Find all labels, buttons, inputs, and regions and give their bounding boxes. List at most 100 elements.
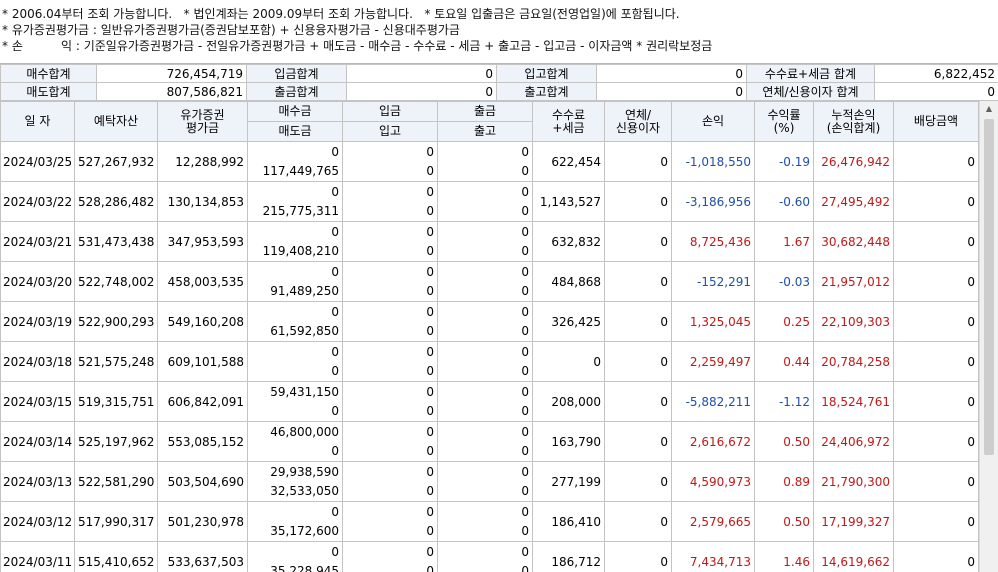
cell-stock-in: 0 [342, 161, 438, 182]
cell-deposit-in: 0 [342, 221, 438, 242]
cell-interest: 0 [604, 501, 672, 542]
header-buy[interactable]: 매수금 [247, 101, 343, 122]
header-sell[interactable]: 매도금 [247, 121, 343, 142]
fee-tax-total-value: 6,822,452 [874, 64, 998, 83]
cell-withdraw: 0 [437, 421, 533, 442]
cell-deposit-assets: 522,581,290 [74, 461, 158, 502]
cell-cumulative-pnl: 24,406,972 [813, 421, 894, 462]
cell-sell: 0 [247, 361, 343, 382]
cell-withdraw: 0 [437, 261, 533, 282]
cell-interest: 0 [604, 141, 672, 182]
header-fee-tax[interactable]: 수수료 +세금 [532, 101, 605, 142]
header-withdraw[interactable]: 출금 [437, 101, 533, 122]
cell-date: 2024/03/14 [0, 421, 75, 462]
header-pnl[interactable]: 손익 [671, 101, 755, 142]
header-dividend[interactable]: 배당금액 [893, 101, 979, 142]
header-stock-out[interactable]: 출고 [437, 121, 533, 142]
cell-return-rate: 0.89 [754, 461, 814, 502]
header-rate-line2: (%) [773, 120, 795, 135]
cell-stock-in: 0 [342, 401, 438, 422]
withdraw-total-label: 출금합계 [246, 82, 347, 101]
table-row[interactable]: 2024/03/14 525,197,962 553,085,152 46,800,0… [0, 421, 979, 462]
header-return-rate[interactable]: 수익률 (%) [754, 101, 814, 142]
table-row[interactable]: 2024/03/18 521,575,248 609,101,588 0 0 0 0 0 2,2… [0, 341, 979, 382]
header-deposit-assets[interactable]: 예탁자산 [74, 101, 158, 142]
interest-total-label: 연체/신용이자 합계 [746, 82, 875, 101]
cell-deposit-assets: 521,575,248 [74, 341, 158, 382]
cell-withdraw: 0 [437, 301, 533, 322]
header-securities-value[interactable]: 유가증권 평가금 [157, 101, 248, 142]
cell-deposit-assets: 531,473,438 [74, 221, 158, 262]
cell-fee-tax: 208,000 [532, 381, 605, 422]
table-row[interactable]: 2024/03/13 522,581,290 503,504,690 29,938,5… [0, 461, 979, 502]
cell-stock-in: 0 [342, 441, 438, 462]
cell-stock-out: 0 [437, 201, 533, 222]
cell-stock-out: 0 [437, 561, 533, 572]
cell-dividend: 0 [893, 501, 979, 542]
table-row[interactable]: 2024/03/25 527,267,932 12,288,992 0 0 0 622,45… [0, 141, 979, 182]
cell-sell: 32,533,050 [247, 481, 343, 502]
cell-buy: 46,800,000 [247, 421, 343, 442]
cell-dividend: 0 [893, 181, 979, 222]
deposit-total-value: 0 [346, 64, 497, 83]
cell-stock-out: 0 [437, 241, 533, 262]
cell-deposit-assets: 522,748,002 [74, 261, 158, 302]
cell-interest: 0 [604, 341, 672, 382]
cell-stock-in: 0 [342, 561, 438, 572]
cell-cumulative-pnl: 21,790,300 [813, 461, 894, 502]
header-interest[interactable]: 연체/ 신용이자 [604, 101, 672, 142]
cell-buy: 0 [247, 501, 343, 522]
cell-return-rate: 1.46 [754, 541, 814, 572]
header-date[interactable]: 일 자 [0, 101, 75, 142]
cell-return-rate: -0.60 [754, 181, 814, 222]
triangle-up-icon[interactable]: ▲ [980, 101, 998, 117]
cell-dividend: 0 [893, 541, 979, 572]
cell-pnl: 1,325,045 [671, 301, 755, 342]
cell-withdraw: 0 [437, 501, 533, 522]
header-stock-in[interactable]: 입고 [342, 121, 438, 142]
cell-return-rate: 0.50 [754, 421, 814, 462]
cell-date: 2024/03/25 [0, 141, 75, 182]
cell-stock-in: 0 [342, 481, 438, 502]
table-row[interactable]: 2024/03/21 531,473,438 347,953,593 0 0 0 632,8… [0, 221, 979, 262]
table-row[interactable]: 2024/03/15 519,315,751 606,842,091 59,431,1… [0, 381, 979, 422]
cell-date: 2024/03/22 [0, 181, 75, 222]
cell-deposit-in: 0 [342, 141, 438, 162]
cell-interest: 0 [604, 421, 672, 462]
table-row[interactable]: 2024/03/22 528,286,482 130,134,853 0 0 0 1,143… [0, 181, 979, 222]
cell-cumulative-pnl: 27,495,492 [813, 181, 894, 222]
table-row[interactable]: 2024/03/19 522,900,293 549,160,208 0 0 0 326,4… [0, 301, 979, 342]
cell-stock-out: 0 [437, 521, 533, 542]
cell-buy: 0 [247, 221, 343, 242]
cell-cumulative-pnl: 14,619,662 [813, 541, 894, 572]
header-cumulative-pnl[interactable]: 누적손익 (손익합계) [813, 101, 894, 142]
cell-pnl: 8,725,436 [671, 221, 755, 262]
cell-stock-out: 0 [437, 321, 533, 342]
cell-interest: 0 [604, 221, 672, 262]
cell-cumulative-pnl: 26,476,942 [813, 141, 894, 182]
cell-deposit-in: 0 [342, 421, 438, 442]
interest-total-value: 0 [874, 82, 998, 101]
daily-grid: 일 자 예탁자산 유가증권 평가금 매수금 입금 출금 수수료 +세금 연체/ … [0, 101, 979, 572]
header-deposit-in[interactable]: 입금 [342, 101, 438, 122]
cell-return-rate: 0.50 [754, 501, 814, 542]
vertical-scrollbar[interactable]: ▲ [979, 101, 998, 572]
table-row[interactable]: 2024/03/12 517,990,317 501,230,978 0 0 0 186,4… [0, 501, 979, 542]
cell-interest: 0 [604, 461, 672, 502]
table-row[interactable]: 2024/03/20 522,748,002 458,003,535 0 0 0 484,8… [0, 261, 979, 302]
cell-fee-tax: 326,425 [532, 301, 605, 342]
cell-stock-in: 0 [342, 321, 438, 342]
cell-sell: 119,408,210 [247, 241, 343, 262]
cell-buy: 0 [247, 261, 343, 282]
cell-sell: 0 [247, 441, 343, 462]
scrollbar-thumb[interactable] [984, 119, 994, 455]
cell-dividend: 0 [893, 341, 979, 382]
header-rate-line1: 수익률 [767, 107, 801, 122]
cell-dividend: 0 [893, 221, 979, 262]
table-row[interactable]: 2024/03/11 515,410,652 533,637,503 0 0 0 186,7… [0, 541, 979, 572]
cell-date: 2024/03/20 [0, 261, 75, 302]
cell-pnl: -5,882,211 [671, 381, 755, 422]
cell-interest: 0 [604, 261, 672, 302]
cell-return-rate: -1.12 [754, 381, 814, 422]
cell-fee-tax: 186,712 [532, 541, 605, 572]
